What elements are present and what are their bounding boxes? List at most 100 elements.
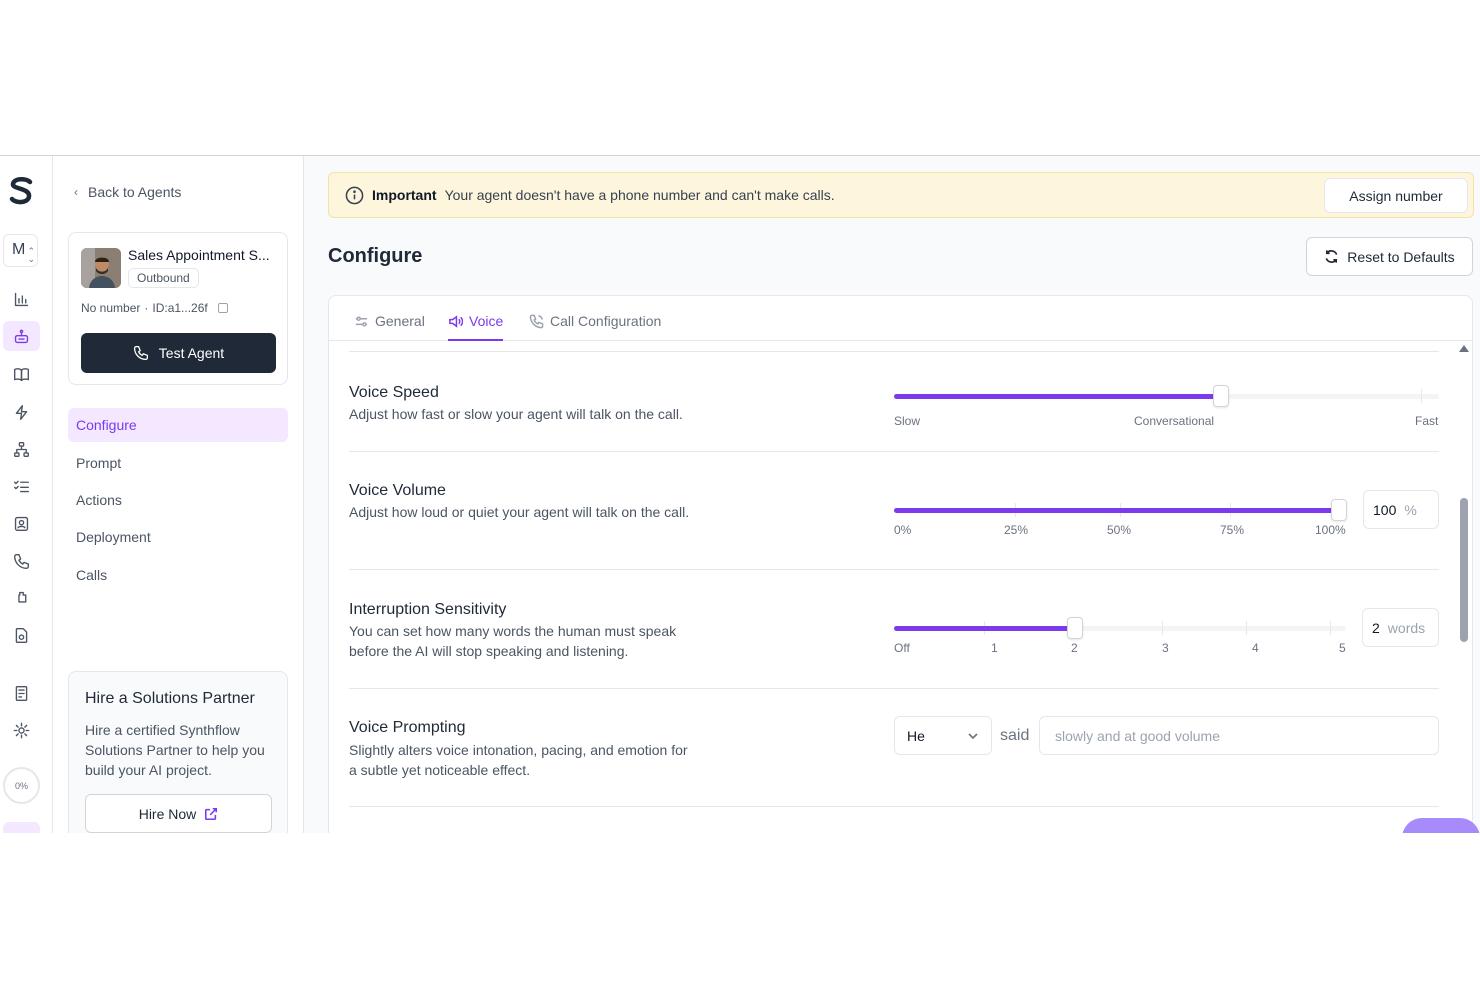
interruption-fill (894, 626, 1075, 631)
agent-type-badge: Outbound (128, 268, 199, 288)
app-window: M ⌃ ⌄ 0% ‹ Back to Agents Sales Appointm… (0, 155, 1480, 833)
phone-settings-icon (529, 314, 544, 329)
agent-number: No number (81, 301, 141, 315)
page-title: Configure (328, 245, 423, 267)
info-icon (345, 186, 364, 204)
integrations-icon[interactable] (9, 586, 33, 610)
synthflow-logo-icon[interactable] (8, 176, 34, 206)
copy-icon[interactable] (217, 303, 228, 313)
actions-icon[interactable] (9, 400, 33, 424)
interruption-label-4: 4 (1252, 641, 1259, 655)
nav-item-calls[interactable]: Calls (68, 558, 288, 592)
files-icon[interactable] (9, 623, 33, 647)
voice-speed-slider[interactable] (894, 385, 1439, 407)
nav-item-deployment[interactable]: Deployment (68, 520, 288, 554)
agents-icon[interactable] (3, 321, 40, 351)
interruption-description: You can set how many words the human mus… (349, 623, 677, 659)
test-agent-label: Test Agent (158, 345, 225, 361)
voice-prompting-description: Slightly alters voice intonation, pacing… (349, 742, 688, 778)
interruption-label-1: 1 (991, 641, 998, 655)
chevron-down-icon (968, 733, 978, 740)
tab-general[interactable]: General (354, 313, 425, 341)
onboarding-progress[interactable]: 0% (3, 767, 40, 804)
interruption-thumb[interactable] (1067, 617, 1083, 639)
volume-input[interactable]: 100 % (1363, 490, 1439, 529)
tab-bar: General Voice Call Configuration (329, 296, 1472, 341)
interruption-title: Interruption Sensitivity (349, 601, 507, 618)
volume-label-25: 25% (1004, 523, 1029, 537)
rail-bottom-button[interactable] (3, 822, 40, 833)
workspace-switcher[interactable]: M ⌃ ⌄ (3, 234, 38, 267)
interruption-value: 2 (1372, 619, 1380, 636)
phone-icon (133, 345, 148, 361)
voice-volume-thumb[interactable] (1331, 499, 1347, 521)
tab-call-configuration[interactable]: Call Configuration (529, 313, 661, 341)
pronoun-select[interactable]: He (894, 716, 992, 755)
tab-call-configuration-label: Call Configuration (550, 313, 662, 329)
knowledge-base-icon[interactable] (9, 362, 33, 386)
hire-now-button[interactable]: Hire Now (85, 794, 272, 833)
agent-meta: No number · ID:a1...26f (81, 301, 228, 315)
nav-item-actions[interactable]: Actions (68, 483, 288, 517)
nav-item-configure[interactable]: Configure (68, 408, 288, 442)
icon-rail: M ⌃ ⌄ 0% (0, 156, 53, 833)
main-content: Important Your agent doesn't have a phon… (304, 156, 1480, 833)
test-agent-button[interactable]: Test Agent (81, 333, 276, 373)
help-chat-button[interactable] (1402, 818, 1480, 833)
solutions-partner-card: Hire a Solutions Partner Hire a certifie… (68, 671, 288, 833)
agent-name: Sales Appointment S... (128, 247, 270, 263)
interruption-row: Interruption Sensitivity You can set how… (349, 569, 1439, 688)
voice-volume-description: Adjust how loud or quiet your agent will… (349, 504, 690, 520)
voice-prompting-title: Voice Prompting (349, 719, 466, 736)
reset-label: Reset to Defaults (1347, 248, 1455, 265)
tab-general-label: General (375, 313, 425, 329)
tasks-icon[interactable] (9, 474, 33, 498)
interruption-label-3: 3 (1162, 641, 1169, 655)
settings-icon[interactable] (9, 718, 33, 742)
interruption-slider[interactable] (894, 617, 1346, 639)
phone-icon[interactable] (9, 549, 33, 573)
tab-voice-label: Voice (469, 313, 504, 329)
reset-to-defaults-button[interactable]: Reset to Defaults (1306, 237, 1473, 276)
interruption-input[interactable]: 2 words (1362, 608, 1439, 647)
partner-title: Hire a Solutions Partner (85, 690, 255, 707)
chevron-up-down-icon: ⌃ ⌄ (27, 246, 35, 264)
scrollbar-thumb[interactable] (1460, 498, 1468, 642)
voice-speed-fill (894, 394, 1221, 399)
assign-number-button[interactable]: Assign number (1324, 178, 1468, 213)
agent-avatar (81, 248, 121, 288)
contacts-icon[interactable] (9, 511, 33, 535)
volume-label-50: 50% (1107, 523, 1132, 537)
nav-item-prompt[interactable]: Prompt (68, 446, 288, 480)
warning-banner: Important Your agent doesn't have a phon… (328, 172, 1474, 218)
analytics-icon[interactable] (9, 287, 33, 311)
workspace-initial: M (12, 241, 26, 258)
slider-tick (1162, 621, 1163, 635)
volume-value: 100 (1373, 501, 1397, 518)
external-link-icon (205, 807, 218, 820)
refresh-icon (1325, 250, 1338, 263)
tab-voice[interactable]: Voice (448, 313, 504, 341)
speaker-icon (449, 315, 463, 328)
settings-panel: General Voice Call Configuration Voice S… (328, 295, 1473, 833)
voice-speed-description: Adjust how fast or slow your agent will … (349, 406, 683, 422)
flows-icon[interactable] (9, 437, 33, 461)
slider-tick (1246, 621, 1247, 635)
pronoun-value: He (907, 727, 925, 744)
back-to-agents-link[interactable]: ‹ Back to Agents (74, 184, 181, 200)
voice-prompt-input[interactable]: slowly and at good volume (1039, 716, 1439, 755)
billing-icon[interactable] (9, 681, 33, 705)
agent-id: ID:a1...26f (152, 301, 208, 315)
scroll-up-arrow[interactable] (1459, 345, 1469, 352)
voice-speed-title: Voice Speed (349, 384, 439, 401)
voice-speed-thumb[interactable] (1213, 385, 1229, 407)
said-label: said (1000, 727, 1030, 744)
volume-label-0: 0% (894, 523, 912, 537)
progress-label: 0% (14, 780, 28, 791)
interruption-label-off: Off (894, 641, 910, 655)
voice-volume-slider[interactable] (894, 499, 1347, 521)
slider-tick (1330, 621, 1331, 635)
voice-volume-row: Voice Volume Adjust how loud or quiet yo… (349, 451, 1439, 569)
speed-label-fast: Fast (1415, 414, 1439, 428)
voice-volume-fill (894, 508, 1339, 513)
